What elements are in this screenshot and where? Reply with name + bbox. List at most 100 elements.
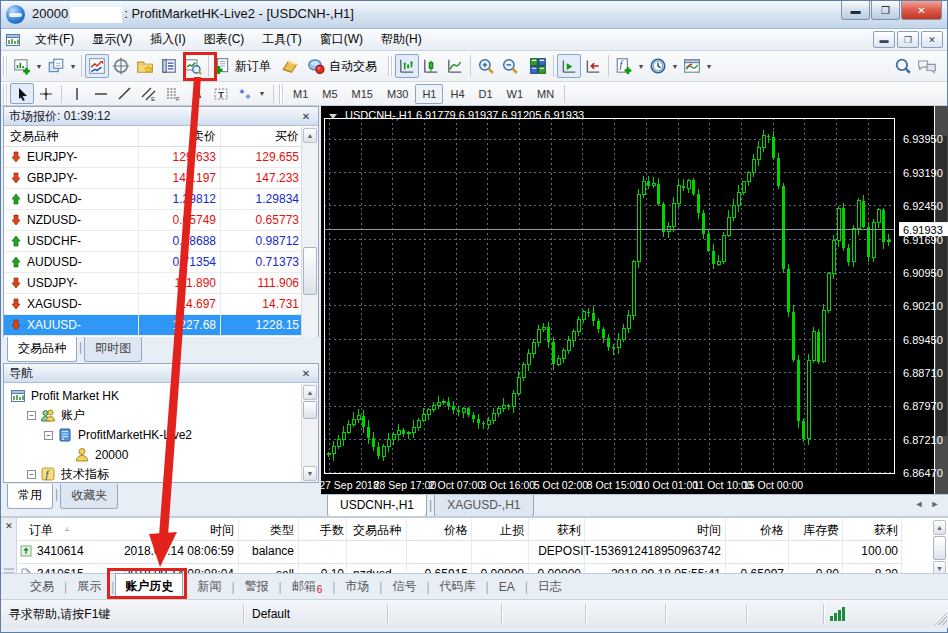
market-watch-row[interactable]: EURJPY-129.633129.655 — [4, 147, 318, 168]
menu-item-2[interactable]: 插入(I) — [141, 29, 194, 50]
market-watch-row[interactable]: USDCAD-1.298121.29834 — [4, 189, 318, 210]
templates-dropdown[interactable]: ▼ — [704, 54, 714, 78]
chart-shift-button[interactable] — [581, 54, 605, 78]
scroll-thumb[interactable] — [933, 536, 946, 560]
scroll-thumb[interactable] — [303, 401, 317, 419]
horizontal-line-button[interactable] — [89, 83, 113, 104]
resize-grip[interactable] — [934, 612, 947, 625]
menu-item-1[interactable]: 显示(V) — [83, 29, 141, 50]
mdi-minimize-button[interactable]: ▬ — [873, 31, 895, 48]
close-button[interactable]: ✕ — [901, 1, 942, 20]
text-label-button[interactable]: T — [209, 83, 233, 104]
market-watch-scrollbar[interactable]: ▲ ▼ — [301, 127, 318, 360]
terminal-tab-5[interactable]: 邮箱6 — [283, 574, 332, 599]
navigator-button[interactable] — [133, 54, 157, 78]
market-watch-button[interactable] — [85, 54, 109, 78]
navigator-item-0[interactable]: Profit Market HK — [10, 386, 119, 406]
terminal-tab-4[interactable]: 警报 — [236, 574, 278, 599]
menu-item-6[interactable]: 帮助(H) — [372, 29, 431, 50]
chart-tab-0[interactable]: USDCNH-,H1 — [327, 495, 427, 517]
trendline-button[interactable] — [113, 83, 137, 104]
toolbar-grip[interactable] — [388, 56, 393, 76]
toolbar-grip[interactable] — [279, 84, 284, 104]
scroll-up-icon[interactable]: ▲ — [303, 128, 317, 143]
tree-expander-icon[interactable]: − — [27, 411, 36, 420]
line-chart-button[interactable] — [443, 54, 467, 78]
indicators-button[interactable]: f — [612, 54, 636, 78]
navigator-item-2[interactable]: −ProfitMarketHK-Live2 — [44, 425, 192, 445]
timeframe-mn[interactable]: MN — [530, 84, 561, 104]
minimize-button[interactable]: ▬ — [841, 1, 870, 20]
market-watch-row[interactable]: XAGUSD-14.69714.731 — [4, 294, 318, 315]
tree-expander-icon[interactable]: − — [44, 431, 53, 440]
scroll-down-icon[interactable]: ▼ — [303, 466, 317, 481]
navigator-tab-0[interactable]: 常用 — [7, 484, 53, 509]
data-window-button[interactable] — [109, 54, 133, 78]
terminal-button[interactable] — [157, 54, 181, 78]
market-watch-tab-1[interactable]: 即时图 — [84, 337, 142, 362]
menu-item-0[interactable]: 文件(F) — [26, 29, 83, 50]
scroll-up-icon[interactable]: ▲ — [933, 520, 946, 535]
periods-button[interactable] — [646, 54, 670, 78]
terminal-tab-9[interactable]: EA — [490, 576, 524, 598]
text-button[interactable]: A — [185, 83, 209, 104]
terminal-tab-8[interactable]: 代码库 — [431, 574, 485, 599]
timeframe-m30[interactable]: M30 — [380, 84, 415, 104]
chart-tabs-scroll-left-icon[interactable]: ◄ — [911, 495, 927, 509]
terminal-tab-0[interactable]: 交易 — [21, 574, 63, 599]
navigator-item-3[interactable]: 20000 — [61, 445, 128, 465]
profiles-dropdown[interactable]: ▼ — [68, 54, 78, 78]
market-watch-close-icon[interactable]: ✕ — [299, 111, 313, 122]
chart-window[interactable]: 6.939506.931906.924506.916906.909506.902… — [321, 106, 948, 516]
menu-item-5[interactable]: 窗口(W) — [311, 29, 372, 50]
periods-dropdown[interactable]: ▼ — [670, 54, 680, 78]
market-watch-row[interactable]: USDCHF-0.986880.98712 — [4, 231, 318, 252]
timeframe-m5[interactable]: M5 — [315, 84, 344, 104]
tile-windows-button[interactable] — [526, 54, 550, 78]
navigator-scrollbar[interactable]: ▲ ▼ — [301, 384, 318, 482]
terminal-tab-7[interactable]: 信号 — [383, 574, 425, 599]
chat-button[interactable] — [915, 54, 939, 78]
new-chart-button[interactable] — [10, 54, 34, 78]
vertical-line-button[interactable] — [65, 83, 89, 104]
new-chart-dropdown[interactable]: ▼ — [34, 54, 44, 78]
equidistant-channel-button[interactable]: E — [137, 83, 161, 104]
timeframe-w1[interactable]: W1 — [500, 84, 531, 104]
column-header-symbol[interactable]: 交易品种 — [4, 126, 139, 146]
new-order-button[interactable]: 新订单 — [212, 54, 272, 78]
market-watch-header[interactable]: 市场报价: 01:39:12 ✕ — [4, 107, 318, 126]
terminal-tab-10[interactable]: 日志 — [529, 574, 571, 599]
market-watch-row[interactable]: NZDUSD-0.657490.65773 — [4, 210, 318, 231]
candlestick-button[interactable] — [419, 54, 443, 78]
tree-expander-icon[interactable]: − — [27, 470, 36, 479]
terminal-tab-1[interactable]: 展示 — [68, 574, 110, 599]
templates-button[interactable] — [680, 54, 704, 78]
chart-canvas[interactable]: 6.939506.931906.924506.916906.909506.902… — [321, 106, 948, 494]
column-header-bid[interactable]: 卖价 — [139, 126, 221, 146]
navigator-item-4[interactable]: −f技术指标 — [27, 464, 109, 484]
column-header-ask[interactable]: 买价 — [221, 126, 303, 146]
zoom-in-button[interactable] — [474, 54, 498, 78]
arrows-dropdown[interactable]: ▼ — [257, 82, 267, 106]
indicators-dropdown[interactable]: ▼ — [636, 54, 646, 78]
bar-chart-button[interactable] — [395, 54, 419, 78]
toolbar-grip[interactable] — [3, 56, 8, 76]
timeframe-m1[interactable]: M1 — [286, 84, 315, 104]
menu-item-3[interactable]: 图表(C) — [195, 29, 254, 50]
timeframe-h1[interactable]: H1 — [415, 84, 443, 104]
arrows-button[interactable] — [233, 83, 257, 104]
scroll-up-icon[interactable]: ▲ — [303, 385, 317, 400]
market-watch-tab-0[interactable]: 交易品种 — [7, 337, 77, 362]
menu-item-4[interactable]: 工具(T) — [253, 29, 310, 50]
scroll-thumb[interactable] — [303, 247, 317, 295]
navigator-header[interactable]: 导航 ✕ — [4, 364, 318, 383]
market-watch-row[interactable]: XAUUSD-1227.681228.15 — [4, 315, 318, 336]
market-watch-row[interactable]: AUDUSD-0.713540.71373 — [4, 252, 318, 273]
timeframe-d1[interactable]: D1 — [472, 84, 500, 104]
maximize-button[interactable]: ❐ — [871, 1, 900, 20]
market-watch-row[interactable]: GBPJPY-147.197147.233 — [4, 168, 318, 189]
history-row-balance[interactable]: 34106142018.09.14 08:06:59balanceDEPOSIT… — [17, 540, 948, 563]
chart-tab-1[interactable]: XAGUSD-,H1 — [434, 495, 533, 517]
status-profile[interactable]: Default — [244, 607, 387, 621]
crosshair-button[interactable] — [34, 83, 58, 104]
